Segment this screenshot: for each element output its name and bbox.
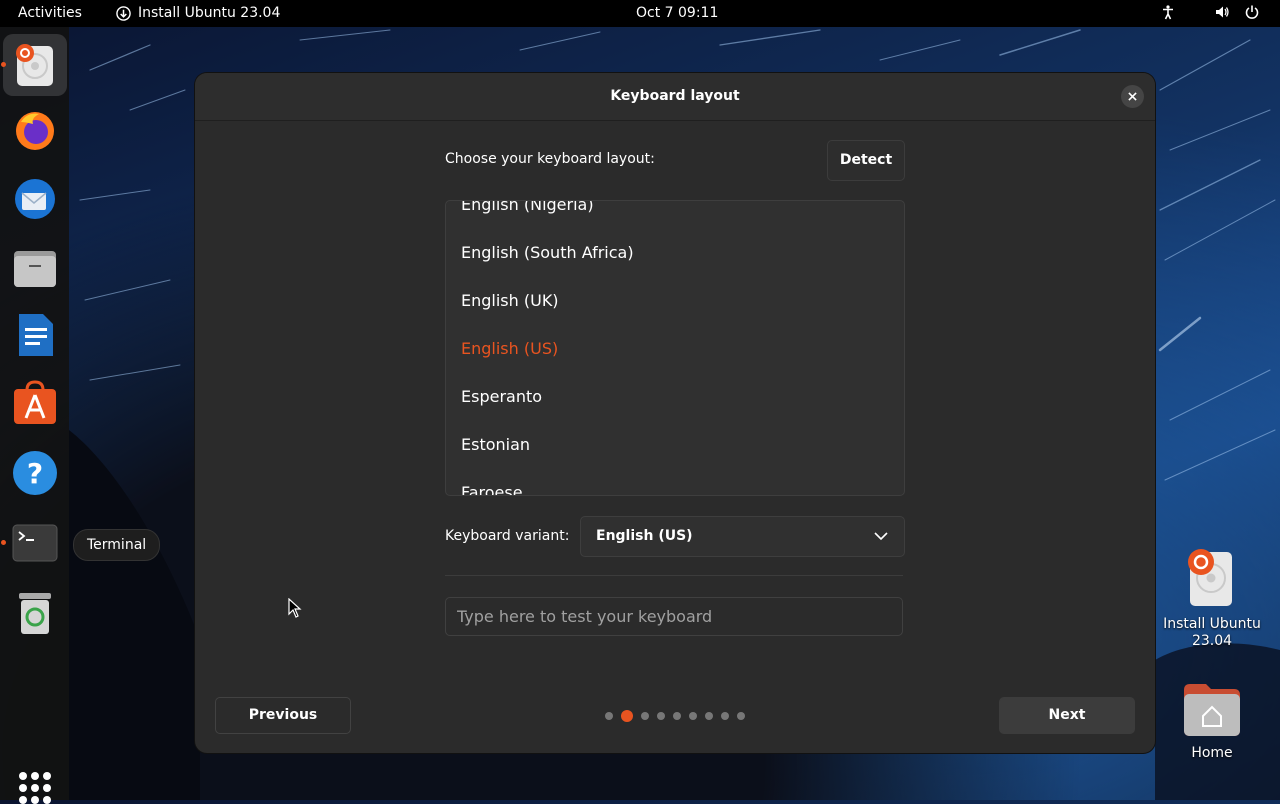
thunderbird-icon [15,179,55,219]
list-item[interactable]: English (Nigeria) [461,201,594,214]
progress-dot [721,712,729,720]
variant-dropdown[interactable]: English (US) [580,516,905,557]
dock-ubuntu-installer[interactable] [1,34,67,96]
progress-dot [673,712,681,720]
dock-libreoffice-writer[interactable] [3,304,67,366]
dock: ? [0,27,69,804]
list-item[interactable]: Faroese [461,483,523,495]
dock-help[interactable]: ? [3,442,67,504]
list-item-selected[interactable]: English (US) [461,339,558,358]
running-indicator [1,540,6,545]
desktop-icon-label: Home [1191,745,1233,761]
progress-dot [605,712,613,720]
clock[interactable]: Oct 7 09:11 [636,5,718,21]
dock-tooltip: Terminal [73,529,161,561]
dialog-header: Keyboard layout [195,73,1155,121]
installer-app-icon [116,5,131,21]
keyboard-layout-dialog: Keyboard layout Choose your keyboard lay… [195,73,1155,753]
app-menu[interactable]: Install Ubuntu 23.04 [116,5,280,21]
list-item[interactable]: English (UK) [461,291,559,310]
progress-dot [737,712,745,720]
progress-indicator [605,710,745,722]
svg-text:?: ? [27,457,43,490]
app-menu-label: Install Ubuntu 23.04 [138,5,281,21]
writer-icon [19,314,53,356]
dock-firefox[interactable] [3,99,67,161]
desktop-icon-install-ubuntu[interactable]: Install Ubuntu 23.04 [1157,548,1267,653]
layout-prompt-label: Choose your keyboard layout: [445,151,655,167]
separator [445,575,903,576]
volume-icon[interactable] [1214,4,1230,20]
firefox-icon [16,112,54,150]
dock-files[interactable] [3,237,67,299]
dock-thunderbird[interactable] [3,168,67,230]
next-button[interactable]: Next [999,697,1135,734]
installer-icon [16,44,53,86]
detect-button[interactable]: Detect [827,140,905,181]
desktop-icon-home[interactable]: Home [1157,682,1267,767]
terminal-icon [12,524,58,562]
dialog-title: Keyboard layout [610,88,740,104]
power-icon[interactable] [1244,4,1260,20]
close-button[interactable] [1121,85,1144,108]
progress-dot [641,712,649,720]
desktop-icon-label: Install Ubuntu 23.04 [1163,616,1261,649]
progress-dot-current [621,710,633,722]
layout-list[interactable]: English (Nigeria) English (South Africa)… [445,200,905,496]
progress-dot [689,712,697,720]
previous-button[interactable]: Previous [215,697,351,734]
running-indicator [1,62,6,67]
dock-trash[interactable] [3,582,67,644]
system-tray[interactable] [1160,4,1260,20]
mouse-cursor-icon [288,598,302,618]
home-folder-icon [1184,684,1240,736]
activities-button[interactable]: Activities [18,5,82,21]
accessibility-icon[interactable] [1160,4,1176,20]
list-item[interactable]: Esperanto [461,387,542,406]
dock-terminal[interactable] [1,512,67,574]
chevron-down-icon [874,532,888,541]
software-icon [14,380,56,424]
list-item[interactable]: English (South Africa) [461,243,634,262]
help-icon: ? [13,451,57,495]
progress-dot [657,712,665,720]
files-icon [14,251,56,287]
keyboard-test-input[interactable] [445,597,903,636]
variant-value: English (US) [596,528,693,544]
trash-icon [19,593,51,634]
installer-icon [1188,549,1232,606]
show-apps-icon[interactable] [19,772,51,804]
list-item[interactable]: Estonian [461,435,530,454]
variant-label: Keyboard variant: [445,528,570,544]
close-icon [1128,92,1137,101]
top-bar: Activities Install Ubuntu 23.04 Oct 7 09… [0,0,1280,27]
dock-ubuntu-software[interactable] [3,372,67,434]
progress-dot [705,712,713,720]
